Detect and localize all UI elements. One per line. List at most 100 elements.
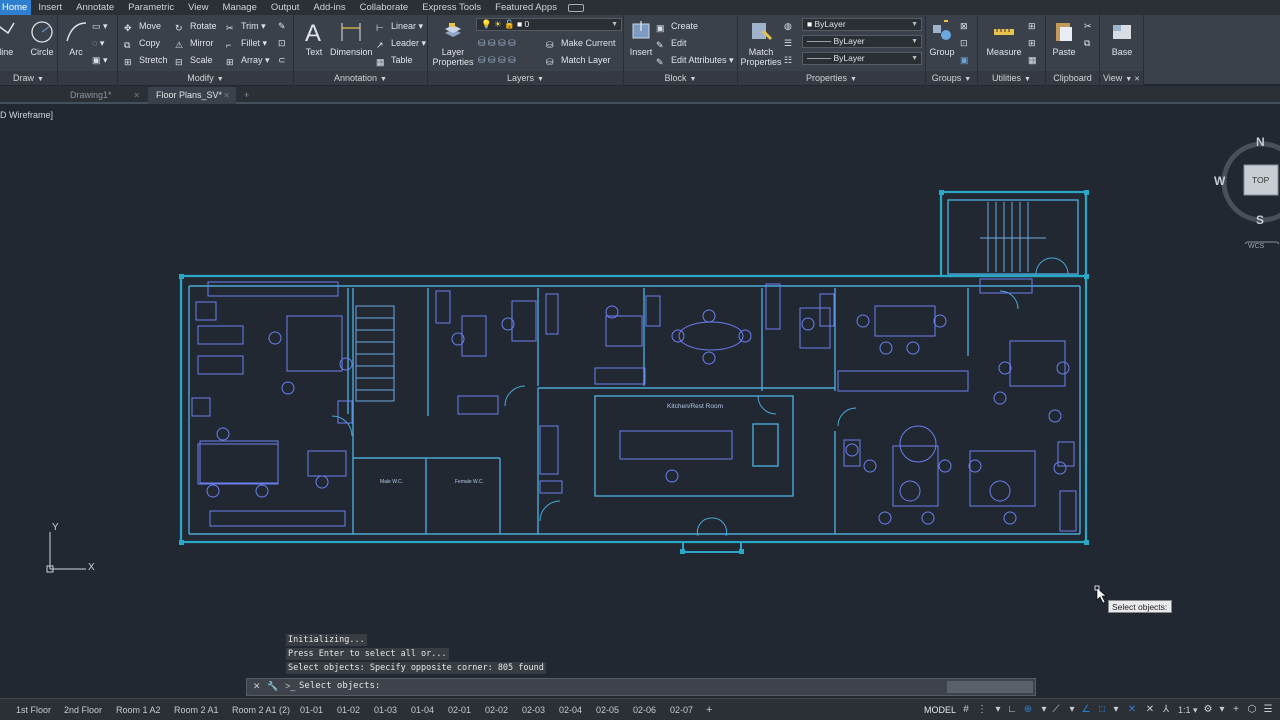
compass-south[interactable]: S	[1256, 213, 1264, 227]
isolate-objects-icon[interactable]: ⬡	[1246, 703, 1258, 716]
layout-tab[interactable]: 01-03	[374, 702, 397, 718]
tab-insert[interactable]: Insert	[31, 0, 69, 15]
hatch-icon[interactable]: ◌ ▾	[92, 35, 104, 51]
panel-title-clipboard[interactable]: Clipboard	[1046, 71, 1099, 85]
close-icon[interactable]: ✕	[223, 87, 230, 104]
insert-button[interactable]: Insert	[626, 17, 656, 69]
tab-home[interactable]: Home	[0, 0, 32, 15]
gear-icon[interactable]: ⚙	[1202, 703, 1214, 716]
dimension-button[interactable]: Dimension	[330, 17, 373, 69]
rotate-button[interactable]: ↻ Rotate	[175, 18, 217, 34]
tab-collaborate[interactable]: Collaborate	[353, 0, 416, 15]
linetype-icon[interactable]: ☷	[784, 52, 792, 68]
layer-dropdown[interactable]: 💡 ☀ 🔓 ■ 0 ▼	[476, 18, 622, 31]
scale-button[interactable]: ⊟ Scale	[175, 52, 213, 68]
tab-output[interactable]: Output	[264, 0, 307, 15]
layer-properties-button[interactable]: Layer Properties	[432, 17, 474, 69]
base-view-button[interactable]: Base	[1102, 17, 1142, 69]
object-snap-tracking-icon[interactable]: ∠	[1080, 703, 1092, 716]
cut-icon[interactable]: ✂	[1084, 18, 1092, 34]
group-selection-icon[interactable]: ▣	[960, 52, 969, 68]
file-tab-floor-plans[interactable]: Floor Plans_SV* ✕	[148, 87, 236, 104]
id-point-icon[interactable]: ⊞	[1028, 35, 1036, 51]
wcs-menu[interactable]: WCS	[1248, 243, 1264, 250]
gradient-icon[interactable]: ▣ ▾	[92, 52, 108, 68]
customization-menu-icon[interactable]: ☰	[1262, 703, 1274, 716]
panel-title-draw[interactable]: Draw ▼	[0, 71, 57, 85]
stretch-button[interactable]: ⊞ Stretch	[124, 52, 168, 68]
layout-tab[interactable]: 02-02	[485, 702, 508, 718]
layout-tab[interactable]: 2nd Floor	[64, 702, 102, 718]
layout-tab[interactable]: Room 2 A1	[174, 702, 219, 718]
isodraft-menu-icon[interactable]: ▾	[1066, 703, 1078, 716]
panel-title-modify[interactable]: Modify ▼	[118, 71, 293, 85]
table-button[interactable]: ▦ Table	[376, 52, 413, 68]
annotation-scale-icon[interactable]: ⅄	[1160, 703, 1172, 716]
panel-title-block[interactable]: Block ▼	[624, 71, 737, 85]
isodraft-icon[interactable]: ⟋	[1050, 703, 1062, 716]
close-icon[interactable]: ✕	[133, 87, 140, 104]
tab-view[interactable]: View	[181, 0, 215, 15]
explode-icon[interactable]: ⊡	[278, 35, 286, 51]
panel-title-annotation[interactable]: Annotation ▼	[294, 71, 427, 85]
annotation-scale-dropdown[interactable]: 1:1 ▾	[1178, 702, 1198, 718]
move-button[interactable]: ✥ Move	[124, 18, 161, 34]
paste-button[interactable]: Paste	[1046, 17, 1082, 69]
compass-north[interactable]: N	[1256, 135, 1265, 149]
linetype-dropdown[interactable]: ──── ByLayer ▼	[802, 52, 922, 65]
snap-menu-icon[interactable]: ▾	[992, 703, 1004, 716]
layout-tab[interactable]: 1st Floor	[16, 702, 51, 718]
polyline-button[interactable]: yline	[0, 17, 22, 69]
copy-clip-icon[interactable]: ⧉	[1084, 35, 1090, 51]
grid-icon[interactable]: #	[960, 703, 972, 716]
layer-tools-row2[interactable]: ⛁ ⛁ ⛁ ⛁	[478, 52, 516, 68]
layout-tab[interactable]: 01-01	[300, 702, 323, 718]
layout-tab[interactable]: 02-07	[670, 702, 693, 718]
panel-title-groups[interactable]: Groups ▼	[926, 71, 977, 85]
array-button[interactable]: ⊞ Array ▾	[226, 52, 270, 68]
drawing-canvas[interactable]: D Wireframe] Kitchen/Rest Room Male W.C.…	[0, 106, 1280, 676]
text-button[interactable]: A Text	[294, 17, 334, 69]
layout-tab[interactable]: 02-06	[633, 702, 656, 718]
layout-tab[interactable]: Room 1 A2	[116, 702, 161, 718]
wrench-icon[interactable]: 🔧	[267, 681, 278, 692]
match-properties-button[interactable]: Match Properties	[740, 17, 782, 69]
leader-button[interactable]: ↗ Leader ▾	[376, 35, 426, 51]
ortho-icon[interactable]: ∟	[1006, 703, 1018, 716]
ribbon-minimize-icon[interactable]	[567, 3, 584, 12]
annotation-visibility-icon[interactable]: ✕	[1126, 703, 1138, 716]
object-snap-icon[interactable]: □	[1096, 703, 1108, 716]
panel-title-view[interactable]: View ▼ ✕	[1100, 71, 1143, 85]
close-icon[interactable]: ✕	[253, 681, 261, 692]
color-dropdown[interactable]: ■ ByLayer ▼	[802, 18, 922, 31]
make-current-button[interactable]: ⛁ Make Current	[546, 35, 616, 51]
annotation-autoscale-icon[interactable]: ✕	[1144, 703, 1156, 716]
color-wheel-icon[interactable]: ◍	[784, 18, 792, 34]
command-line[interactable]: ✕ 🔧 >_ Select objects:	[246, 678, 1036, 696]
polar-menu-icon[interactable]: ▾	[1038, 703, 1050, 716]
file-tab-drawing1[interactable]: Drawing1* ✕	[62, 87, 146, 104]
plus-icon[interactable]: +	[1230, 703, 1242, 716]
tab-annotate[interactable]: Annotate	[69, 0, 121, 15]
trim-button[interactable]: ✂ Trim ▾	[226, 18, 266, 34]
floor-plan-drawing[interactable]: Kitchen/Rest Room Male W.C. Female W.C. …	[0, 106, 1280, 676]
ungroup-icon[interactable]: ⊠	[960, 18, 968, 34]
linear-dim-button[interactable]: ⊢ Linear ▾	[376, 18, 423, 34]
new-tab-button[interactable]: +	[240, 87, 262, 104]
measure-button[interactable]: Measure	[982, 17, 1026, 69]
layout-tab[interactable]: 02-05	[596, 702, 619, 718]
group-edit-icon[interactable]: ⊡	[960, 35, 968, 51]
group-button[interactable]: Group	[926, 17, 958, 69]
lineweight-dropdown[interactable]: ──── ByLayer ▼	[802, 35, 922, 48]
edit-attributes-button[interactable]: ✎ Edit Attributes ▾	[656, 52, 734, 68]
quick-select-icon[interactable]: ⊞	[1028, 18, 1036, 34]
layout-tab[interactable]: 02-03	[522, 702, 545, 718]
tab-featured-apps[interactable]: Featured Apps	[488, 0, 564, 15]
layer-tools-row1[interactable]: ⛁ ⛁ ⛁ ⛁	[478, 35, 516, 51]
layout-tab[interactable]: 02-04	[559, 702, 582, 718]
panel-title-utilities[interactable]: Utilities ▼	[978, 71, 1045, 85]
viewcube[interactable]: N W S TOP WCS	[1214, 134, 1280, 252]
panel-title-layers[interactable]: Layers ▼	[428, 71, 623, 85]
panel-title-properties[interactable]: Properties ▼	[738, 71, 925, 85]
offset-icon[interactable]: ⊂	[278, 52, 286, 68]
